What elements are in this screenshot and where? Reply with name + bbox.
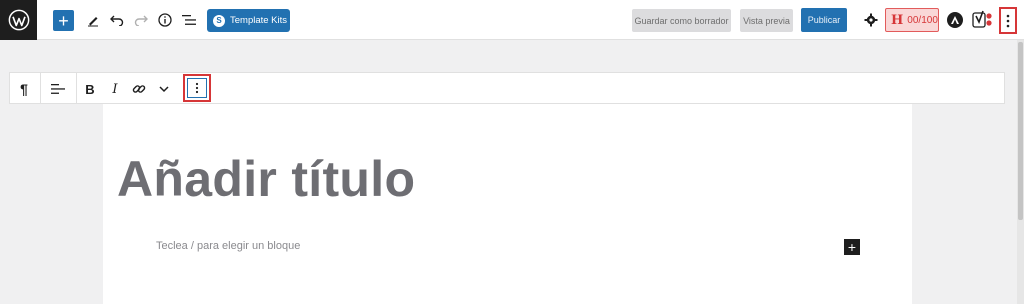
chevron-down-icon (159, 86, 169, 93)
plus-icon: + (847, 239, 857, 255)
post-title-input[interactable]: Añadir título (117, 150, 415, 208)
details-button[interactable] (156, 10, 174, 30)
bold-icon: B (85, 81, 95, 97)
scrollbar-thumb[interactable] (1018, 42, 1023, 220)
info-icon (158, 13, 172, 27)
wordpress-icon (8, 9, 29, 31)
align-left-icon (51, 84, 65, 94)
inline-add-block-button[interactable]: + (844, 239, 860, 255)
astra-settings-button[interactable] (947, 12, 963, 28)
preview-button[interactable]: Vista previa (740, 9, 793, 32)
redo-button[interactable] (132, 10, 150, 30)
more-vertical-icon (195, 82, 199, 94)
undo-icon (110, 15, 124, 26)
publish-button[interactable]: Publicar (801, 8, 847, 32)
astra-icon (951, 16, 959, 24)
paragraph-icon: ¶ (20, 81, 28, 97)
redo-icon (134, 15, 148, 26)
toolbar-divider (40, 73, 41, 103)
seo-h-icon: H (891, 12, 904, 28)
list-view-icon (182, 15, 196, 25)
toolbar-divider (76, 73, 77, 103)
paragraph-block-button[interactable]: ¶ (14, 79, 34, 99)
italic-icon: I (112, 81, 118, 97)
align-button[interactable] (48, 79, 68, 99)
italic-button[interactable]: I (106, 79, 124, 99)
gear-icon (864, 13, 878, 27)
more-rich-text-button[interactable] (155, 79, 173, 99)
settings-button[interactable] (862, 11, 880, 29)
seo-score-button[interactable]: H 00/100 (885, 8, 939, 32)
more-vertical-icon (1006, 14, 1010, 27)
template-kits-icon: S (213, 14, 225, 27)
block-options-button[interactable] (183, 74, 211, 102)
template-kits-button[interactable]: S Template Kits (207, 9, 290, 32)
link-icon (132, 85, 146, 93)
undo-button[interactable] (108, 10, 126, 30)
yoast-icon (972, 10, 992, 28)
tools-button[interactable] (84, 10, 102, 30)
save-draft-button[interactable]: Guardar como borrador (632, 9, 731, 32)
options-menu-button[interactable] (999, 7, 1017, 34)
list-view-button[interactable] (180, 10, 198, 30)
template-kits-label: Template Kits (230, 15, 288, 26)
bold-button[interactable]: B (81, 79, 99, 99)
block-appender-placeholder[interactable]: Teclea / para elegir un bloque (156, 240, 300, 252)
pencil-icon (88, 17, 98, 27)
link-button[interactable] (130, 79, 148, 99)
add-block-button[interactable]: + (53, 10, 74, 31)
wordpress-logo-button[interactable] (0, 0, 37, 40)
block-options-focus-ring (187, 78, 207, 98)
seo-score-value: 00/100 (907, 14, 938, 26)
plus-icon: + (58, 10, 69, 31)
yoast-seo-button[interactable] (972, 10, 994, 30)
